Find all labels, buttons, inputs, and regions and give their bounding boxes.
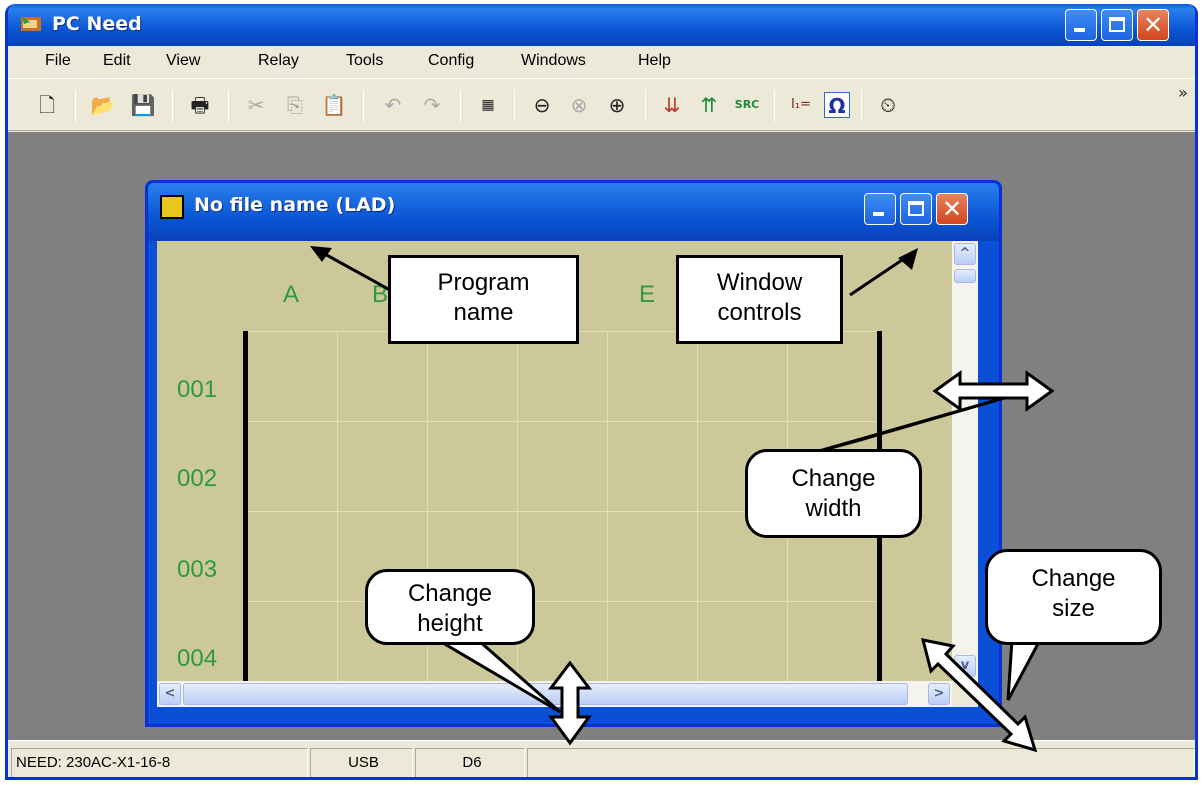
callout-line: Window (716, 269, 803, 296)
callout-line: size (1052, 595, 1095, 622)
callout-line: name (453, 299, 514, 326)
callout-line: Change (1031, 565, 1116, 592)
callout-line: width (805, 495, 862, 522)
callout-line: controls (717, 299, 802, 326)
callout-change-size: Change size (985, 549, 1162, 645)
callout-window-controls: Window controls (676, 255, 843, 344)
callout-line: Program (437, 269, 530, 296)
annotation-overlay (310, 246, 1055, 753)
callout-program-name: Program name (388, 255, 579, 344)
callout-line: height (417, 610, 483, 637)
callout-line: Change (791, 465, 876, 492)
callout-line: Change (407, 580, 493, 607)
callout-change-width: Change width (745, 449, 922, 538)
callout-change-height: Change height (365, 569, 535, 645)
